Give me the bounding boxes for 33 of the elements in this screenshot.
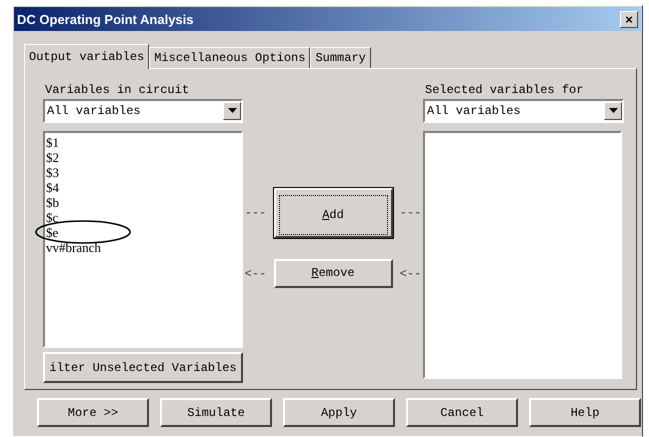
tab[interactable]: Miscellaneous Options — [149, 47, 310, 68]
tab[interactable]: Summary — [310, 47, 371, 68]
list-item[interactable]: $3 — [46, 165, 59, 180]
arrow-marker: <-- — [244, 266, 268, 280]
dialog-button[interactable]: Help — [529, 398, 641, 427]
list-label: Variables in circuit — [44, 82, 190, 99]
list-label: Selected variables for — [424, 82, 584, 99]
dialog-button[interactable]: Simulate — [160, 398, 272, 427]
dialog-button[interactable]: More >> — [37, 398, 149, 427]
list-item[interactable]: $e — [46, 225, 58, 240]
variables-dropdown[interactable]: All variables — [43, 99, 243, 123]
dropdown-arrow-icon — [608, 108, 618, 114]
list-item[interactable]: vv#branch — [46, 240, 101, 255]
dialog-button[interactable]: Cancel — [406, 398, 518, 427]
selected-dropdown[interactable]: All variables — [423, 99, 624, 123]
tab[interactable]: Output variables — [24, 44, 150, 69]
dropdown-arrow-icon — [228, 108, 236, 114]
list-item[interactable]: $4 — [46, 180, 59, 195]
add-button[interactable]: Add — [274, 188, 392, 238]
arrow-marker: --- — [398, 206, 422, 220]
list-item[interactable]: $b — [46, 195, 59, 210]
window-title: DC Operating Point Analysis — [17, 12, 194, 26]
dialog-button[interactable]: Apply — [283, 398, 395, 427]
dropdown-button[interactable] — [604, 102, 622, 120]
dropdown-button[interactable] — [223, 102, 241, 120]
list-item[interactable]: $c — [46, 210, 58, 225]
arrow-marker: <-- — [398, 266, 422, 280]
close-button[interactable]: × — [620, 10, 638, 28]
list-item[interactable]: $2 — [46, 150, 59, 165]
arrow-marker: --- — [244, 206, 268, 220]
filter-button[interactable]: ilter Unselected Variables — [43, 352, 243, 383]
list-item[interactable]: $1 — [46, 135, 59, 150]
remove-button[interactable]: Remove — [274, 259, 392, 288]
